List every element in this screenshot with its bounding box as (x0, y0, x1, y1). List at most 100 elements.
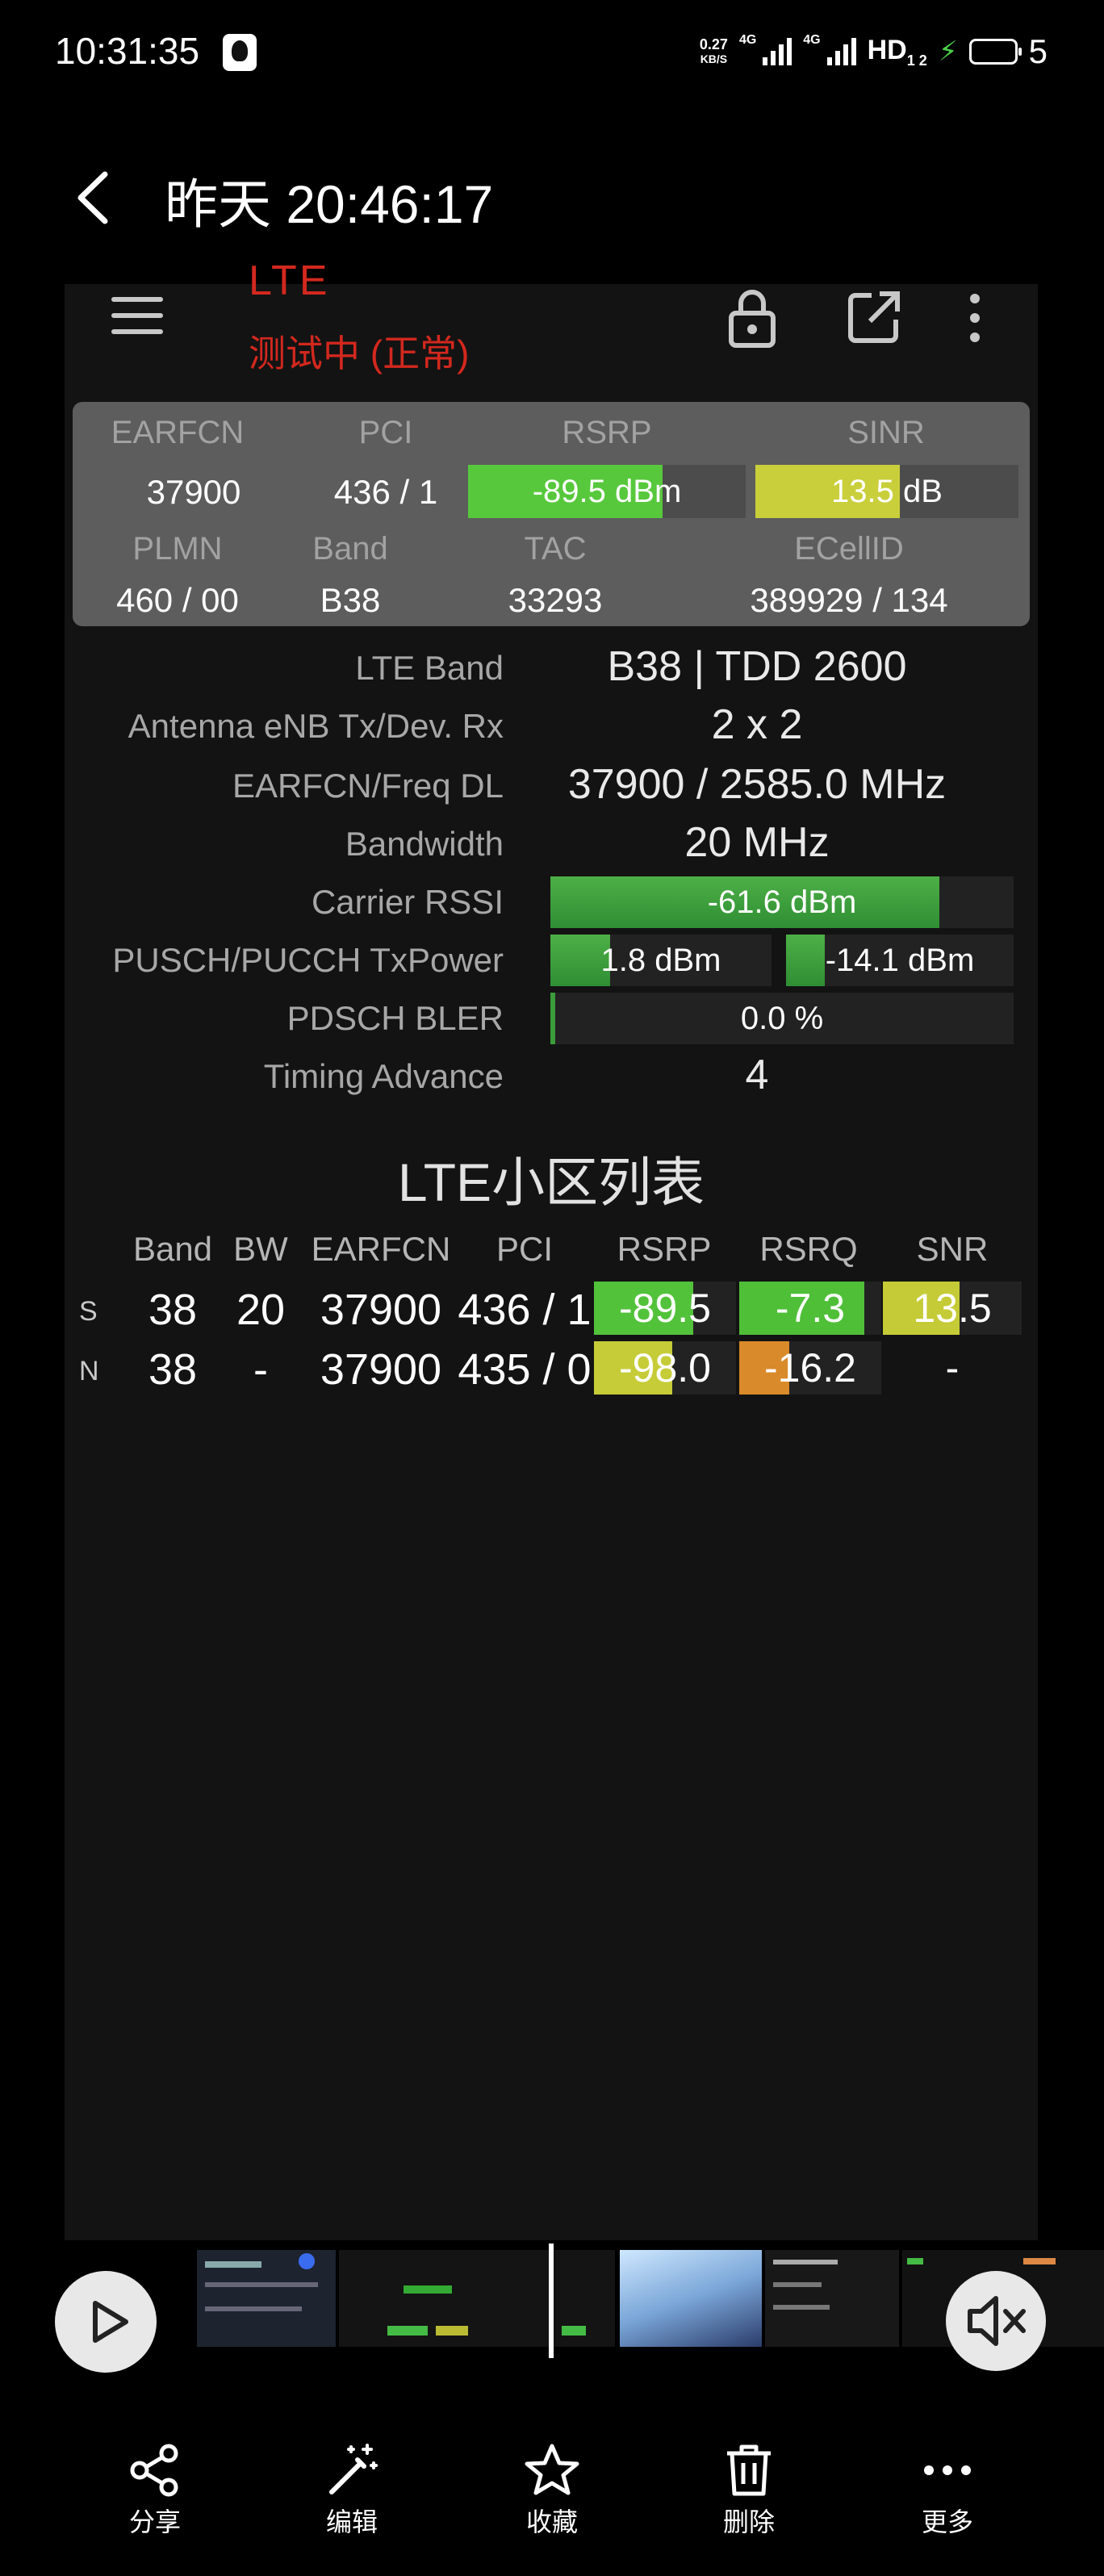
row-rsrp-value: -89.5 (619, 1286, 711, 1331)
row-earfcn: 37900 (320, 1345, 442, 1394)
cell-list-title: LTE小区列表 (397, 1152, 705, 1212)
rssi-value: -61.6 dBm (707, 884, 857, 920)
bandwidth-value: 20 MHz (684, 819, 830, 866)
more-vert-icon[interactable] (967, 292, 983, 344)
share-button[interactable]: 分享 (98, 2442, 211, 2539)
page-title: 昨天 20:46:17 (165, 174, 494, 234)
charging-icon: ⚡ (938, 36, 958, 67)
edit-button[interactable]: 编辑 (295, 2442, 408, 2539)
network-type-1: 4G (738, 33, 757, 47)
row-snr-bar: - (883, 1341, 1022, 1395)
header-pci: PCI (358, 415, 413, 450)
pucch-value: -14.1 dBm (825, 942, 975, 978)
band-value: B38 (320, 581, 381, 619)
star-icon (525, 2444, 579, 2495)
lte-band-label: LTE Band (355, 649, 504, 687)
row-band: 38 (148, 1286, 198, 1334)
col-pci: PCI (496, 1230, 554, 1268)
sinr-bar: 13.5 dB (755, 465, 1018, 518)
thumbnail-anime[interactable] (620, 2250, 762, 2347)
thumbnail[interactable] (339, 2250, 550, 2347)
header-band: Band (312, 531, 388, 567)
header-plmn: PLMN (132, 531, 223, 567)
more-button[interactable]: 更多 (891, 2442, 1004, 2539)
network-type-2: 4G (803, 33, 821, 47)
row-rsrp-bar: -89.5 (594, 1282, 736, 1335)
more-horiz-icon (924, 2465, 971, 2475)
mute-button[interactable] (946, 2271, 1046, 2371)
row-rsrq-bar: -16.2 (739, 1341, 881, 1395)
timing-advance-value: 4 (745, 1052, 769, 1098)
earfcn-freq-value: 37900 / 2585.0 MHz (567, 761, 947, 808)
rssi-label: Carrier RSSI (311, 883, 504, 921)
row-earfcn: 37900 (320, 1286, 442, 1334)
favorite-button[interactable]: 收藏 (496, 2442, 608, 2539)
bler-value: 0.0 % (740, 1000, 824, 1036)
row-snr-value: - (945, 1345, 960, 1390)
earfcn-value: 37900 (146, 473, 241, 511)
back-arrow-icon[interactable] (69, 169, 115, 226)
pusch-bar: 1.8 dBm (550, 935, 772, 986)
share-icon (130, 2444, 178, 2497)
col-earfcn: EARFCN (311, 1230, 451, 1268)
earfcn-freq-label: EARFCN/Freq DL (232, 767, 504, 805)
play-icon (93, 2301, 128, 2343)
row-pci: 436 / 1 (458, 1286, 592, 1334)
lock-icon[interactable] (726, 284, 778, 349)
signal-icon-2 (826, 38, 856, 65)
header-tac: TAC (524, 531, 587, 567)
row-type-neighbor: N (79, 1356, 99, 1386)
col-bw: BW (233, 1230, 288, 1268)
thumbnail[interactable] (765, 2250, 899, 2347)
app-title: LTE (249, 257, 330, 300)
screenshot-preview: LTE 测试中 (正常) EARFCN PCI RSRP SINR 37900 … (65, 257, 1038, 2240)
row-pci: 435 / 0 (458, 1345, 592, 1394)
pucch-bar: -14.1 dBm (786, 935, 1014, 986)
scrub-cursor[interactable] (549, 2244, 554, 2358)
row-rsrq-bar: -7.3 (739, 1282, 881, 1335)
row-type-serving: S (79, 1296, 98, 1327)
row-rsrq-value: -16.2 (764, 1345, 856, 1390)
hd-volte-icon: HD1 2 (867, 34, 927, 69)
pci-value: 436 / 1 (333, 473, 438, 511)
battery-level: 5 (1028, 32, 1048, 70)
lte-band-value: B38 | TDD 2600 (607, 643, 907, 690)
net-speed: 0.27 KB/S (699, 36, 728, 65)
delete-button[interactable]: 删除 (692, 2442, 805, 2539)
antenna-value: 2 x 2 (711, 701, 803, 748)
header-rsrp: RSRP (562, 415, 652, 450)
battery-icon (968, 39, 1022, 65)
header-earfcn: EARFCN (111, 415, 245, 450)
timing-advance-label: Timing Advance (263, 1057, 504, 1095)
row-bw: 20 (236, 1286, 286, 1334)
bandwidth-label: Bandwidth (345, 825, 504, 863)
thumbnail[interactable] (197, 2250, 336, 2347)
header-sinr: SINR (847, 415, 925, 450)
header-ecellid: ECellID (794, 531, 904, 567)
rssi-bar: -61.6 dBm (550, 876, 1014, 928)
hamburger-menu-icon[interactable] (111, 297, 163, 339)
row-band: 38 (148, 1345, 198, 1394)
open-external-icon[interactable] (847, 291, 901, 344)
row-snr-value: 13.5 (913, 1286, 992, 1331)
rsrp-value: -89.5 dBm (532, 473, 682, 509)
col-band: Band (132, 1230, 213, 1268)
play-button[interactable] (55, 2271, 157, 2373)
sinr-value: 13.5 dB (831, 473, 943, 509)
col-rsrp: RSRP (617, 1230, 712, 1268)
col-snr: SNR (916, 1230, 989, 1268)
row-rsrp-value: -98.0 (619, 1345, 711, 1390)
summary-card: EARFCN PCI RSRP SINR 37900 436 / 1 -89.5… (73, 402, 1030, 626)
ecellid-value: 389929 / 134 (750, 581, 948, 619)
row-snr-bar: 13.5 (883, 1282, 1022, 1335)
app-status: 测试中 (正常) (249, 332, 470, 374)
antenna-label: Antenna eNB Tx/Dev. Rx (128, 707, 504, 745)
row-rsrp-bar: -98.0 (594, 1341, 736, 1395)
col-rsrq: RSRQ (759, 1230, 858, 1268)
row-bw: - (253, 1345, 268, 1394)
thumbnail-current[interactable] (554, 2250, 615, 2347)
tac-value: 33293 (508, 581, 603, 619)
rsrp-bar: -89.5 dBm (468, 465, 746, 518)
qq-notification-icon (223, 34, 257, 71)
pusch-value: 1.8 dBm (600, 942, 721, 978)
